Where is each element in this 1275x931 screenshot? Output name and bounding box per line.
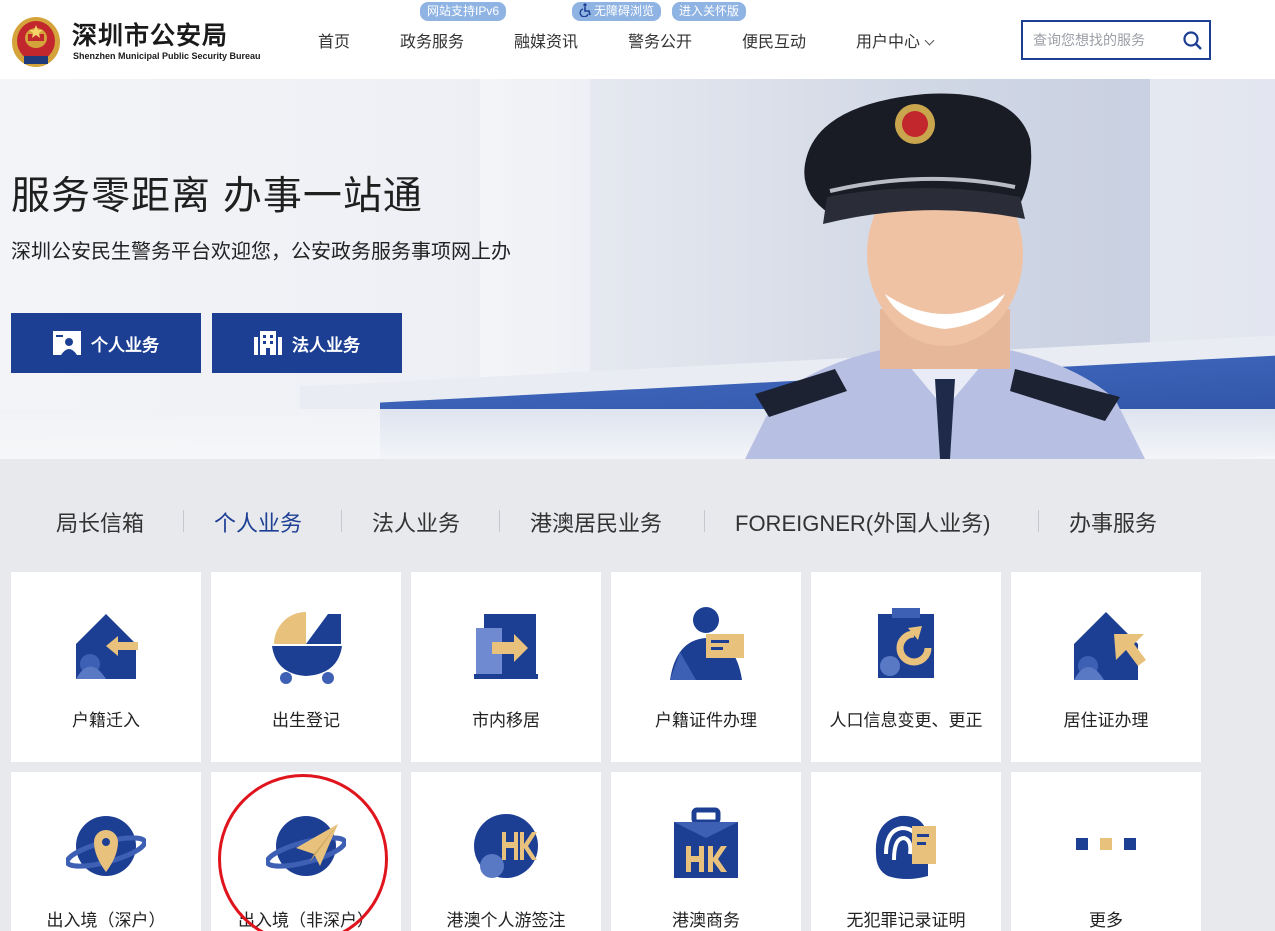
nav-gov-services[interactable]: 政务服务 xyxy=(400,28,464,52)
service-card-hk-macao-visa[interactable]: 港澳个人游签注 xyxy=(411,772,601,931)
police-officer-image xyxy=(745,93,1145,459)
tab-services[interactable]: 办事服务 xyxy=(1069,506,1157,538)
door-arrow-icon xyxy=(474,614,538,679)
planet-pin-icon xyxy=(66,816,146,876)
nav-user-center-label: 用户中心 xyxy=(856,34,921,51)
top-header: 深圳市公安局 Shenzhen Municipal Public Securit… xyxy=(0,0,1275,79)
service-card-residence-permit[interactable]: 居住证办理 xyxy=(1011,572,1201,762)
tab-director-mailbox[interactable]: 局长信箱 xyxy=(56,506,144,538)
legal-business-button[interactable]: 法人业务 xyxy=(212,313,402,373)
tab-divider xyxy=(704,510,705,532)
nav-interaction[interactable]: 便民互动 xyxy=(742,28,806,52)
service-card-exit-entry-nonlocal[interactable]: 出入境（非深户） xyxy=(211,772,401,931)
service-label: 户籍迁入 xyxy=(72,711,140,730)
chevron-down-icon xyxy=(924,35,935,46)
tab-hk-macao-residents[interactable]: 港澳居民业务 xyxy=(530,506,662,538)
service-card-no-criminal-record[interactable]: 无犯罪记录证明 xyxy=(811,772,1001,931)
service-card-more[interactable]: 更多 xyxy=(1011,772,1201,931)
care-version-button[interactable]: 进入关怀版 xyxy=(672,2,747,21)
clipboard-refresh-icon xyxy=(878,608,934,678)
hk-circle-icon xyxy=(474,814,538,878)
tab-personal-business[interactable]: 个人业务 xyxy=(214,506,302,538)
more-dots-icon xyxy=(1076,838,1136,850)
legal-business-label: 法人业务 xyxy=(292,335,360,355)
tab-legal-business[interactable]: 法人业务 xyxy=(372,506,460,538)
tab-divider xyxy=(1038,510,1039,532)
tab-divider xyxy=(341,510,342,532)
personal-business-button[interactable]: 个人业务 xyxy=(11,313,201,373)
service-card-exit-entry-local[interactable]: 出入境（深户） xyxy=(11,772,201,931)
service-label: 居住证办理 xyxy=(1063,711,1149,730)
service-label: 出入境（深户） xyxy=(46,911,166,930)
service-category-tabs: 局长信箱 个人业务 法人业务 港澳居民业务 FOREIGNER(外国人业务) 办… xyxy=(0,500,1275,542)
planet-plane-icon xyxy=(266,816,346,876)
nav-police-affairs[interactable]: 警务公开 xyxy=(628,28,692,52)
service-label: 无犯罪记录证明 xyxy=(846,911,966,930)
site-subtitle: Shenzhen Municipal Public Security Burea… xyxy=(73,51,261,61)
service-card-info-change[interactable]: 人口信息变更、更正 xyxy=(811,572,1001,762)
service-label: 港澳个人游签注 xyxy=(446,911,566,930)
hero-banner: 服务零距离 办事一站通 深圳公安民生警务平台欢迎您，公安政务服务事项网上办 个人… xyxy=(0,79,1275,459)
hk-briefcase-icon xyxy=(674,807,738,878)
nav-media-news[interactable]: 融媒资讯 xyxy=(514,28,578,52)
tab-foreigner[interactable]: FOREIGNER(外国人业务) xyxy=(735,506,990,538)
service-label: 出生登记 xyxy=(272,711,340,730)
cradle-icon xyxy=(272,612,342,684)
search-box xyxy=(1021,20,1211,60)
police-emblem-icon[interactable] xyxy=(10,12,62,68)
service-card-in-city-relocation[interactable]: 市内移居 xyxy=(411,572,601,762)
house-arrow-icon xyxy=(76,614,138,679)
service-card-birth-registration[interactable]: 出生登记 xyxy=(211,572,401,762)
service-label: 更多 xyxy=(1089,911,1123,930)
service-label: 出入境（非深户） xyxy=(238,911,374,930)
ipv6-badge[interactable]: 网站支持IPv6 xyxy=(420,2,507,21)
building-icon xyxy=(254,331,282,355)
nav-user-center[interactable]: 用户中心 xyxy=(856,28,935,52)
accessible-browse-label: 无障碍浏览 xyxy=(594,4,655,18)
search-icon[interactable] xyxy=(1177,22,1209,58)
tab-divider xyxy=(183,510,184,532)
house-cursor-icon xyxy=(1074,612,1146,680)
wheelchair-icon xyxy=(579,3,591,17)
service-card-hukou-transfer[interactable]: 户籍迁入 xyxy=(11,572,201,762)
person-card-icon xyxy=(670,607,744,680)
service-label: 户籍证件办理 xyxy=(655,711,757,730)
accessible-browse-button[interactable]: 无障碍浏览 xyxy=(572,2,662,21)
service-label: 市内移居 xyxy=(472,711,540,730)
id-card-icon xyxy=(53,331,81,355)
tab-divider xyxy=(499,510,500,532)
hero-title: 服务零距离 办事一站通 xyxy=(11,175,423,218)
service-card-hukou-documents[interactable]: 户籍证件办理 xyxy=(611,572,801,762)
service-label: 人口信息变更、更正 xyxy=(829,711,983,730)
search-input[interactable] xyxy=(1023,22,1179,58)
fingerprint-doc-icon xyxy=(875,815,936,879)
service-label: 港澳商务 xyxy=(672,911,740,930)
nav-home[interactable]: 首页 xyxy=(318,28,350,52)
site-title[interactable]: 深圳市公安局 xyxy=(72,16,228,52)
service-card-hk-macao-business[interactable]: 港澳商务 xyxy=(611,772,801,931)
personal-business-label: 个人业务 xyxy=(91,335,159,355)
hero-subtitle: 深圳公安民生警务平台欢迎您，公安政务服务事项网上办 xyxy=(11,241,511,263)
